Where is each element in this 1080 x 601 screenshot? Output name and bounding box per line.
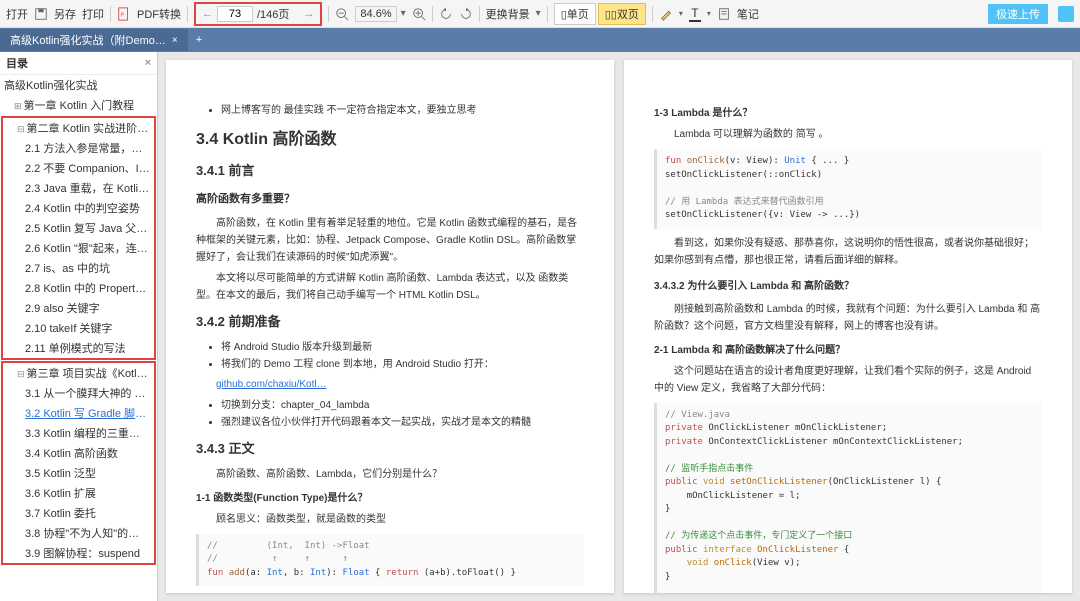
next-page-icon[interactable]: → bbox=[303, 8, 314, 20]
chevron-down-icon: ▾ bbox=[536, 8, 541, 19]
double-page-icon: ▯▯ bbox=[605, 9, 617, 21]
tab-title: 高级Kotlin强化实战（附Demo… bbox=[10, 32, 166, 48]
heading-3: 3.4.1 前言 bbox=[196, 161, 584, 182]
pdf-convert-icon[interactable]: P bbox=[117, 7, 131, 21]
single-page-button[interactable]: ▯单页 bbox=[554, 3, 596, 25]
toc-section[interactable]: 2.7 is、as 中的坑 bbox=[3, 258, 154, 278]
toolbar: 打开 另存 打印 P PDF转换 ← /146页 → 84.6% ▾ 更换背景 … bbox=[0, 0, 1080, 28]
heading-5: 1-1 函数类型(Function Type)是什么？ bbox=[196, 491, 584, 507]
toc-highlight-box-2: ⊟第三章 项目实战《Kotlin Jetpack 实战》 3.1 从一个膜拜大神… bbox=[1, 361, 156, 565]
toc-section[interactable]: 2.8 Kotlin 中的 Property 的理解 bbox=[3, 278, 154, 298]
body-text: 本文将以尽可能简单的方式讲解 Kotlin 高阶函数、Lambda 表达式，以及… bbox=[196, 270, 584, 304]
rotate-left-icon[interactable] bbox=[439, 7, 453, 21]
toc-section[interactable]: 3.8 协程"不为人知"的调试技巧 bbox=[3, 523, 154, 543]
code-block: // View.java private OnClickListener mOn… bbox=[654, 403, 1042, 594]
heading-3: 3.4.3 正文 bbox=[196, 439, 584, 460]
saveas-menu[interactable]: 另存 bbox=[54, 6, 76, 22]
print-menu[interactable]: 打印 bbox=[82, 6, 104, 22]
change-bg-menu[interactable]: 更换背景 bbox=[486, 6, 530, 22]
zoom-in-icon[interactable] bbox=[412, 7, 426, 21]
content-area: 网上博客写的 最佳实践 不一定符合指定本文，要独立思考 3.4 Kotlin 高… bbox=[158, 52, 1080, 601]
document-tab[interactable]: 高级Kotlin强化实战（附Demo… × bbox=[0, 29, 188, 51]
chevron-down-icon[interactable]: ▾ bbox=[679, 9, 683, 18]
toc-section[interactable]: 2.9 also 关键字 bbox=[3, 298, 154, 318]
quick-upload-button[interactable]: 极速上传 bbox=[988, 4, 1048, 24]
notes-menu[interactable]: 笔记 bbox=[737, 6, 759, 22]
toc-section[interactable]: 3.6 Kotlin 扩展 bbox=[3, 483, 154, 503]
page-right: 1-3 Lambda 是什么？ Lambda 可以理解为函数的 简写 。 fun… bbox=[624, 60, 1072, 593]
toc-section[interactable]: 2.5 Kotlin 复写 Java 父类中的方法 bbox=[3, 218, 154, 238]
toc-section[interactable]: 2.6 Kotlin "狠"起来，连TODO都不放过！ bbox=[3, 238, 154, 258]
body-text: 看到这，如果你没有疑惑、那恭喜你，这说明你的悟性很高，或者说你基础很好；如果你感… bbox=[654, 235, 1042, 269]
list-item: 将 Android Studio 版本升级到最新 bbox=[221, 339, 584, 356]
toc-title: 目录 bbox=[6, 55, 28, 71]
close-icon[interactable]: × bbox=[145, 57, 151, 69]
page-navigation: ← /146页 → bbox=[194, 2, 322, 26]
body-text: 这个问题站在语言的设计者角度更好理解，让我们看个实际的例子，这是 Android… bbox=[654, 363, 1042, 397]
toc-chapter[interactable]: ⊟第三章 项目实战《Kotlin Jetpack 实战》 bbox=[3, 363, 154, 383]
saveas-icon[interactable] bbox=[34, 7, 48, 21]
close-icon[interactable]: × bbox=[172, 35, 178, 46]
chevron-down-icon[interactable]: ▾ bbox=[707, 9, 711, 18]
code-link[interactable]: github.com/chaxiu/Kotl… bbox=[196, 377, 584, 393]
copy-label: 复制代码 bbox=[196, 592, 584, 593]
code-block: fun onClick(v: View): Unit { ... } setOn… bbox=[654, 149, 1042, 229]
toc-section[interactable]: 3.9 图解协程：suspend bbox=[3, 543, 154, 563]
toc-section[interactable]: 3.3 Kotlin 编程的三重境界 bbox=[3, 423, 154, 443]
seal-icon[interactable] bbox=[1058, 6, 1074, 22]
body-text: 高阶函数，在 Kotlin 里有着举足轻重的地位。它是 Kotlin 函数式编程… bbox=[196, 215, 584, 266]
page-left: 网上博客写的 最佳实践 不一定符合指定本文，要独立思考 3.4 Kotlin 高… bbox=[166, 60, 614, 593]
pdf-convert-menu[interactable]: PDF转换 bbox=[137, 6, 181, 22]
zoom-out-icon[interactable] bbox=[335, 7, 349, 21]
toc-section-active[interactable]: 3.2 Kotlin 写 Gradle 脚本是一种什么体验 bbox=[3, 403, 154, 423]
page-total-label: /146页 bbox=[257, 6, 289, 22]
toc-section[interactable]: 2.10 takeIf 关键字 bbox=[3, 318, 154, 338]
heading-3: 3.4.2 前期准备 bbox=[196, 312, 584, 333]
list-item: 将我们的 Demo 工程 clone 到本地，用 Android Studio … bbox=[221, 356, 584, 373]
list-item: 强烈建议各位小伙伴打开代码跟着本文一起实战，实战才是本文的精髓 bbox=[221, 414, 584, 431]
body-text: 顾名思义：函数类型，就是函数的类型 bbox=[196, 511, 584, 528]
toc-section[interactable]: 3.1 从一个膜拜大神的 Demo 开始 bbox=[3, 383, 154, 403]
notes-icon[interactable] bbox=[717, 7, 731, 21]
toc-header: 目录 × bbox=[0, 52, 157, 75]
body-text: 网上博客写的 最佳实践 不一定符合指定本文，要独立思考 bbox=[221, 102, 584, 119]
svg-text:P: P bbox=[121, 12, 125, 18]
toc-highlight-box-1: ⊟第二章 Kotlin 实战进阶指南 2.1 方法入参是常量，不可修改 2.2 … bbox=[1, 116, 156, 360]
zoom-selector[interactable]: 84.6% ▾ bbox=[355, 6, 405, 22]
zoom-value: 84.6% bbox=[355, 6, 396, 22]
toc-section[interactable]: 2.11 单例模式的写法 bbox=[3, 338, 154, 358]
heading-4: 高阶函数有多重要？ bbox=[196, 191, 584, 209]
heading-2: 3.4 Kotlin 高阶函数 bbox=[196, 127, 584, 153]
heading-5: 1-3 Lambda 是什么？ bbox=[654, 106, 1042, 122]
rotate-right-icon[interactable] bbox=[459, 7, 473, 21]
tabbar: 高级Kotlin强化实战（附Demo… × + bbox=[0, 28, 1080, 52]
page-input[interactable] bbox=[217, 6, 253, 22]
toc-section[interactable]: 3.4 Kotlin 高阶函数 bbox=[3, 443, 154, 463]
double-page-button[interactable]: ▯▯双页 bbox=[598, 3, 646, 25]
heading-4: 3.4.3.2 为什么要引入 Lambda 和 高阶函数？ bbox=[654, 279, 1042, 295]
toc-root[interactable]: 高级Kotlin强化实战 bbox=[0, 75, 157, 95]
toc-chapter[interactable]: ⊞第一章 Kotlin 入门教程 bbox=[0, 95, 157, 115]
toc-sidebar: 目录 × 高级Kotlin强化实战 ⊞第一章 Kotlin 入门教程 ⊟第二章 … bbox=[0, 52, 158, 601]
highlight-icon[interactable] bbox=[659, 7, 673, 21]
toc-chapter[interactable]: ⊟第二章 Kotlin 实战进阶指南 bbox=[3, 118, 154, 138]
heading-5: 2-1 Lambda 和 高阶函数解决了什么问题？ bbox=[654, 343, 1042, 359]
toc-section[interactable]: 3.7 Kotlin 委托 bbox=[3, 503, 154, 523]
toc-section[interactable]: 2.2 不要 Companion、INSTANCE？ bbox=[3, 158, 154, 178]
body-text: Lambda 可以理解为函数的 简写 。 bbox=[654, 126, 1042, 143]
toc-section[interactable]: 2.4 Kotlin 中的判空姿势 bbox=[3, 198, 154, 218]
code-block: // (Int, Int) ->Float // ↑ ↑ ↑ fun add(a… bbox=[196, 534, 584, 587]
toc-section[interactable]: 2.3 Java 重载，在 Kotlin 中怎么巧妙过渡 bbox=[3, 178, 154, 198]
list-item: 切换到分支：chapter_04_lambda bbox=[221, 397, 584, 414]
prev-page-icon[interactable]: ← bbox=[202, 8, 213, 20]
body-text: 高阶函数、高阶函数、Lambda，它们分别是什么？ bbox=[196, 466, 584, 483]
open-menu[interactable]: 打开 bbox=[6, 6, 28, 22]
add-tab-button[interactable]: + bbox=[188, 34, 210, 46]
body-text: 刚接触到高阶函数和 Lambda 的时候，我就有个问题：为什么要引入 Lambd… bbox=[654, 301, 1042, 335]
chevron-down-icon: ▾ bbox=[401, 8, 406, 19]
toc-section[interactable]: 3.5 Kotlin 泛型 bbox=[3, 463, 154, 483]
toc-section[interactable]: 2.1 方法入参是常量，不可修改 bbox=[3, 138, 154, 158]
text-color-picker[interactable]: T bbox=[689, 6, 701, 22]
